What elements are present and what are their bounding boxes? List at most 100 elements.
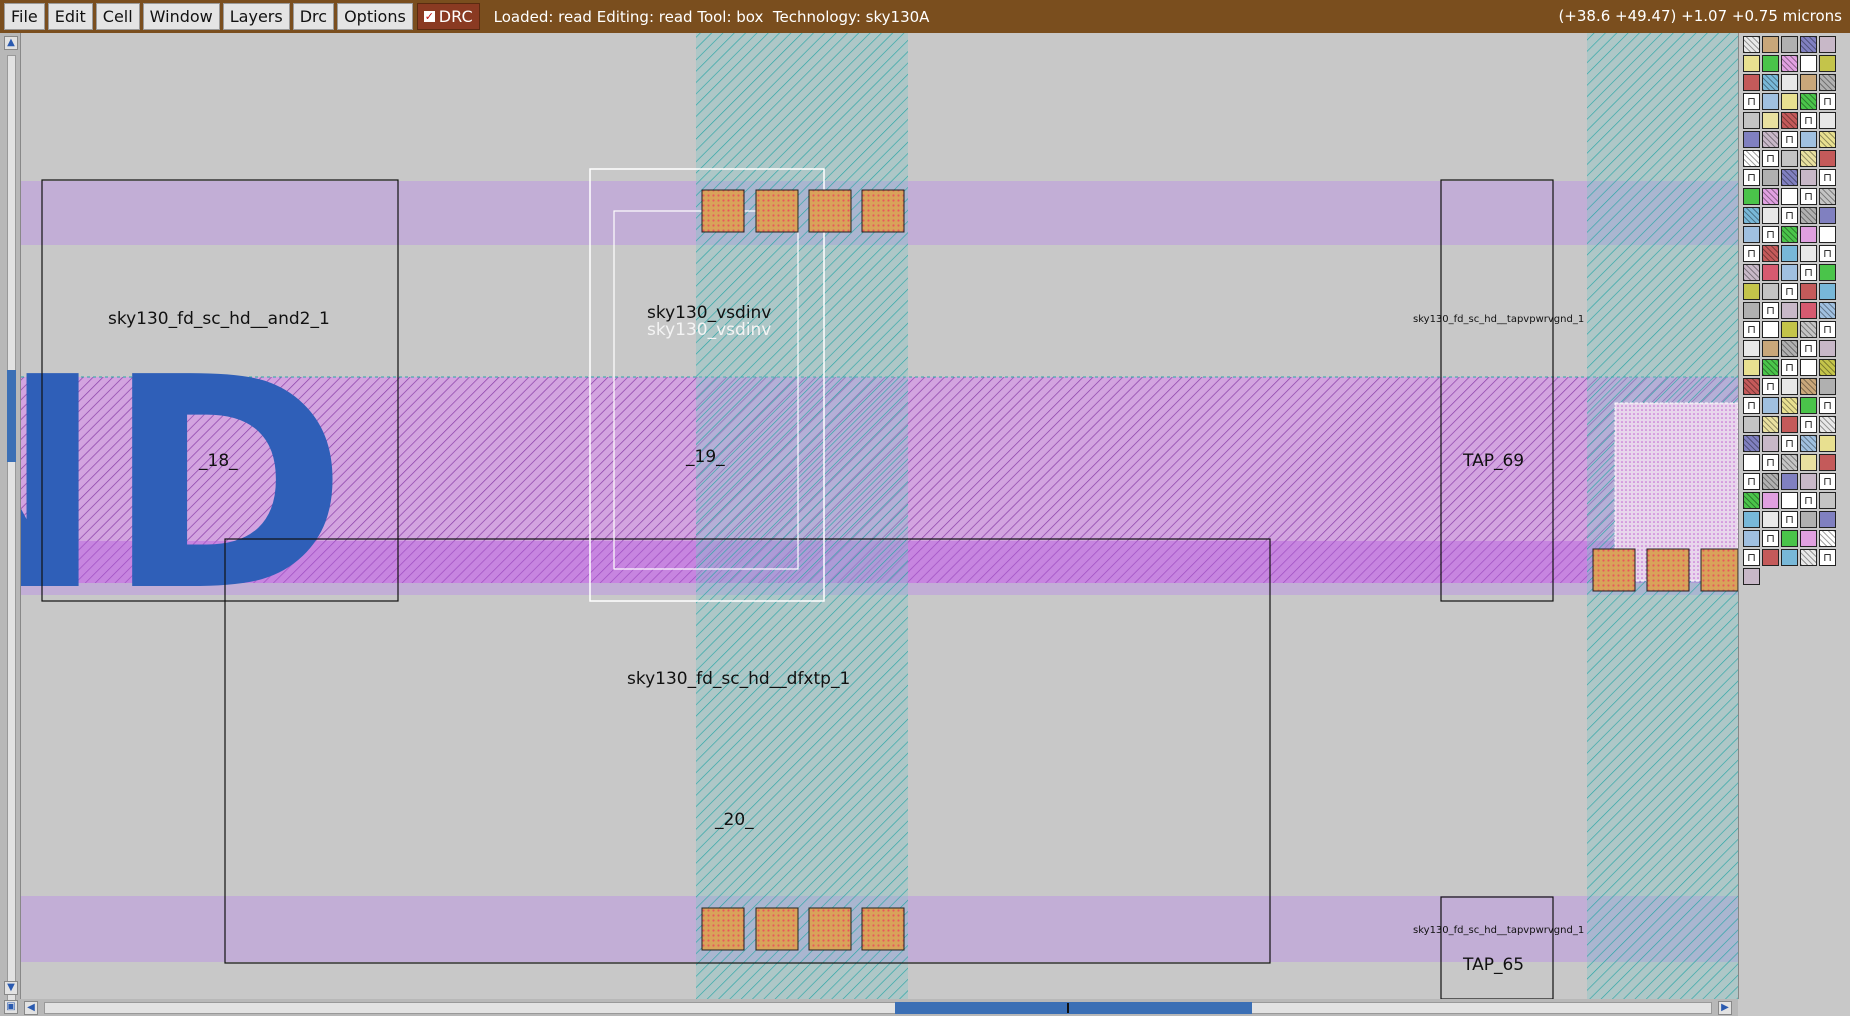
layer-lock-icon[interactable]: ⊓ [1819, 169, 1836, 186]
layer-swatch[interactable] [1781, 397, 1798, 414]
menu-drc[interactable]: Drc [292, 3, 335, 30]
layer-lock-icon[interactable]: ⊓ [1762, 454, 1779, 471]
layer-swatch[interactable] [1800, 397, 1817, 414]
layer-swatch[interactable] [1743, 359, 1760, 376]
layer-swatch[interactable] [1762, 55, 1779, 72]
layer-swatch[interactable] [1819, 36, 1836, 53]
layer-swatch[interactable] [1781, 55, 1798, 72]
layer-swatch[interactable] [1743, 55, 1760, 72]
layer-lock-icon[interactable]: ⊓ [1819, 321, 1836, 338]
layer-swatch[interactable] [1819, 340, 1836, 357]
layer-swatch[interactable] [1781, 226, 1798, 243]
layer-swatch[interactable] [1800, 93, 1817, 110]
layer-lock-icon[interactable]: ⊓ [1743, 245, 1760, 262]
layer-swatch[interactable] [1781, 188, 1798, 205]
layer-swatch[interactable] [1743, 454, 1760, 471]
layer-swatch[interactable] [1800, 530, 1817, 547]
layer-lock-icon[interactable]: ⊓ [1781, 283, 1798, 300]
layer-swatch[interactable] [1762, 340, 1779, 357]
layer-swatch[interactable] [1781, 340, 1798, 357]
layer-swatch[interactable] [1743, 131, 1760, 148]
layer-swatch[interactable] [1800, 549, 1817, 566]
layer-swatch[interactable] [1743, 150, 1760, 167]
layer-swatch[interactable] [1762, 435, 1779, 452]
layer-swatch[interactable] [1819, 530, 1836, 547]
layer-swatch[interactable] [1762, 492, 1779, 509]
layer-swatch[interactable] [1819, 416, 1836, 433]
layer-lock-icon[interactable]: ⊓ [1781, 359, 1798, 376]
layer-lock-icon[interactable]: ⊓ [1819, 473, 1836, 490]
layer-lock-icon[interactable]: ⊓ [1762, 530, 1779, 547]
layer-swatch[interactable] [1762, 511, 1779, 528]
menu-layers[interactable]: Layers [222, 3, 290, 30]
layer-lock-icon[interactable]: ⊓ [1743, 397, 1760, 414]
layer-lock-icon[interactable]: ⊓ [1762, 226, 1779, 243]
layer-swatch[interactable] [1781, 416, 1798, 433]
layer-swatch[interactable] [1819, 302, 1836, 319]
layer-swatch[interactable] [1743, 568, 1760, 585]
layer-swatch[interactable] [1743, 511, 1760, 528]
layer-lock-icon[interactable]: ⊓ [1800, 264, 1817, 281]
menu-cell[interactable]: Cell [95, 3, 140, 30]
layer-lock-icon[interactable]: ⊓ [1762, 378, 1779, 395]
layer-lock-icon[interactable]: ⊓ [1762, 150, 1779, 167]
layer-swatch[interactable] [1800, 302, 1817, 319]
layer-swatch[interactable] [1800, 435, 1817, 452]
layer-swatch[interactable] [1800, 359, 1817, 376]
layer-swatch[interactable] [1762, 169, 1779, 186]
layer-swatch[interactable] [1800, 454, 1817, 471]
menu-window[interactable]: Window [142, 3, 220, 30]
layer-swatch[interactable] [1743, 283, 1760, 300]
layer-swatch[interactable] [1800, 378, 1817, 395]
layer-swatch[interactable] [1819, 207, 1836, 224]
menu-file[interactable]: File [4, 3, 45, 30]
layer-swatch[interactable] [1819, 283, 1836, 300]
scroll-down-icon[interactable]: ▼ [4, 981, 18, 995]
layer-swatch[interactable] [1781, 169, 1798, 186]
layer-swatch[interactable] [1819, 511, 1836, 528]
layer-swatch[interactable] [1743, 530, 1760, 547]
layer-swatch[interactable] [1800, 169, 1817, 186]
layer-lock-icon[interactable]: ⊓ [1743, 169, 1760, 186]
layer-swatch[interactable] [1743, 340, 1760, 357]
layer-swatch[interactable] [1762, 74, 1779, 91]
layer-swatch[interactable] [1743, 302, 1760, 319]
layer-swatch[interactable] [1762, 359, 1779, 376]
layer-swatch[interactable] [1743, 207, 1760, 224]
layer-swatch[interactable] [1781, 264, 1798, 281]
layer-lock-icon[interactable]: ⊓ [1743, 473, 1760, 490]
layer-swatch[interactable] [1819, 74, 1836, 91]
layer-swatch[interactable] [1800, 283, 1817, 300]
layer-lock-icon[interactable]: ⊓ [1819, 549, 1836, 566]
layer-swatch[interactable] [1781, 36, 1798, 53]
layer-swatch[interactable] [1743, 112, 1760, 129]
layer-swatch[interactable] [1781, 549, 1798, 566]
layer-lock-icon[interactable]: ⊓ [1762, 302, 1779, 319]
layer-swatch[interactable] [1762, 283, 1779, 300]
vertical-scroll-track[interactable] [7, 55, 16, 1010]
layer-swatch[interactable] [1762, 416, 1779, 433]
layer-swatch[interactable] [1819, 150, 1836, 167]
layer-swatch[interactable] [1781, 321, 1798, 338]
scroll-left-icon[interactable]: ◀ [24, 1001, 38, 1015]
layer-swatch[interactable] [1800, 36, 1817, 53]
layer-swatch[interactable] [1743, 435, 1760, 452]
layer-swatch[interactable] [1781, 93, 1798, 110]
layer-swatch[interactable] [1781, 302, 1798, 319]
vertical-scrollbar[interactable]: ▲ ▼ [0, 33, 21, 1016]
layer-swatch[interactable] [1762, 321, 1779, 338]
layer-lock-icon[interactable]: ⊓ [1743, 321, 1760, 338]
layer-swatch[interactable] [1800, 245, 1817, 262]
layer-lock-icon[interactable]: ⊓ [1781, 207, 1798, 224]
layer-swatch[interactable] [1762, 473, 1779, 490]
layer-swatch[interactable] [1819, 264, 1836, 281]
layer-swatch[interactable] [1743, 74, 1760, 91]
layer-swatch[interactable] [1819, 131, 1836, 148]
layer-lock-icon[interactable]: ⊓ [1800, 492, 1817, 509]
layer-swatch[interactable] [1819, 188, 1836, 205]
layer-lock-icon[interactable]: ⊓ [1800, 340, 1817, 357]
layer-swatch[interactable] [1819, 378, 1836, 395]
layer-swatch[interactable] [1743, 416, 1760, 433]
layout-canvas[interactable]: ND sky130_fd_sc_hd__ [21, 33, 1738, 999]
layer-swatch[interactable] [1800, 74, 1817, 91]
